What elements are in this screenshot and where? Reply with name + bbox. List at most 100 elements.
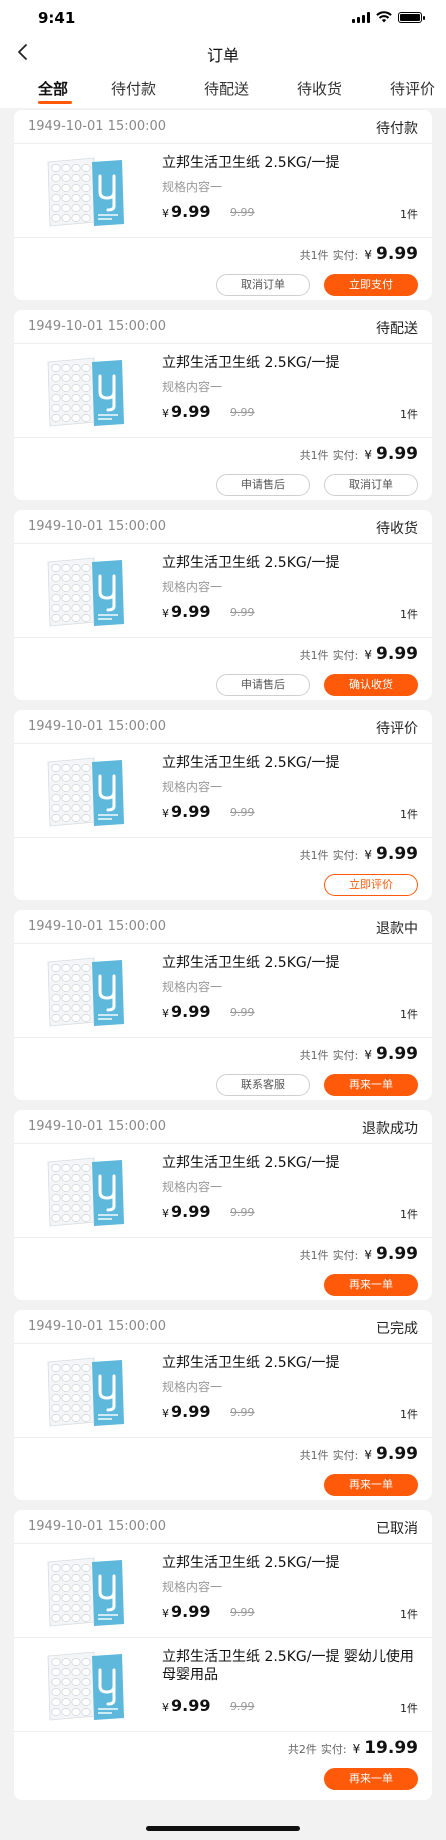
price-currency: ¥ — [162, 1207, 169, 1220]
order-card[interactable]: 1949-10-01 15:00:00 退款中 立邦生活卫生纸 2.5KG/一提 规格… — [14, 910, 432, 1100]
order-card[interactable]: 1949-10-01 15:00:00 已取消 立邦生活卫生纸 2.5KG/一提 规格… — [14, 1510, 432, 1800]
order-product-row[interactable]: 立邦生活卫生纸 2.5KG/一提 规格内容一 ¥9.99 9.99 1件 — [14, 544, 432, 638]
order-time: 1949-10-01 15:00:00 — [28, 1319, 167, 1334]
price-value: 9.99 — [171, 1402, 211, 1421]
nav-bar: 订单 — [0, 36, 446, 68]
after-sales-button[interactable]: 申请售后 — [216, 674, 310, 696]
order-summary: 共1件 实付: ¥9.99 — [300, 1444, 418, 1468]
reorder-button[interactable]: 再来一单 — [324, 1768, 418, 1790]
paid-label: 实付: — [320, 1743, 347, 1756]
product-quantity: 1件 — [400, 208, 418, 221]
tab-all[interactable]: 全部 — [38, 78, 68, 99]
product-image — [32, 154, 140, 230]
product-image — [32, 1648, 140, 1724]
order-product-row[interactable]: 立邦生活卫生纸 2.5KG/一提 规格内容一 ¥9.99 9.99 1件 — [14, 744, 432, 838]
order-summary: 共1件 实付: ¥9.99 — [300, 244, 418, 268]
cancel-order-button[interactable]: 取消订单 — [324, 474, 418, 496]
product-price: ¥9.99 — [162, 1202, 210, 1221]
paid-label: 实付: — [332, 449, 359, 462]
order-header: 1949-10-01 15:00:00 待收货 — [14, 510, 432, 544]
price-value: 9.99 — [171, 1202, 211, 1221]
order-card[interactable]: 1949-10-01 15:00:00 待收货立邦生活卫生纸 2.5KG/一提 规格… — [14, 510, 432, 700]
confirm-receipt-button[interactable]: 确认收货 — [324, 674, 418, 696]
price-value: 9.99 — [171, 402, 211, 421]
order-product-row[interactable]: 立邦生活卫生纸 2.5KG/一提 规格内容一 ¥9.99 9.99 1件 — [14, 1344, 432, 1438]
price-currency: ¥ — [162, 1701, 169, 1714]
order-card[interactable]: 1949-10-01 15:00:00 已完成 立邦生活卫生纸 2.5KG/一提 规格… — [14, 1310, 432, 1500]
order-card[interactable]: 1949-10-01 15:00:00 待配送 立邦生活卫生纸 2.5KG/一提 规格… — [14, 310, 432, 500]
paid-label: 实付: — [332, 249, 359, 262]
product-name: 立邦生活卫生纸 2.5KG/一提 — [162, 955, 340, 971]
product-image — [32, 1154, 140, 1230]
product-name: 立邦生活卫生纸 2.5KG/一提 — [162, 355, 340, 371]
tab-pending-receipt[interactable]: 待收货 — [297, 78, 342, 99]
tab-pending-payment[interactable]: 待付款 — [111, 78, 156, 99]
product-name: 立邦生活卫生纸 2.5KG/一提 — [162, 155, 340, 171]
product-name: 立邦生活卫生纸 2.5KG/一提 — [162, 555, 340, 571]
order-summary: 共2件 实付: ¥19.99 — [288, 1738, 418, 1762]
price-value: 9.99 — [171, 202, 211, 221]
product-quantity: 1件 — [400, 408, 418, 421]
reorder-button[interactable]: 再来一单 — [324, 1474, 418, 1496]
order-card[interactable]: 1949-10-01 15:00:00 待评价 立邦生活卫生纸 2.5KG/一提 规格… — [14, 710, 432, 900]
order-product-row[interactable]: 立邦生活卫生纸 2.5KG/一提 规格内容一 ¥9.99 9.99 1件 — [14, 144, 432, 238]
product-image — [32, 354, 140, 430]
original-price: 9.99 — [230, 1406, 255, 1419]
order-header: 1949-10-01 15:00:00 退款中 — [14, 910, 432, 944]
home-indicator — [146, 1826, 300, 1831]
price-currency: ¥ — [162, 207, 169, 220]
product-image — [32, 1354, 140, 1430]
price-value: 9.99 — [171, 1602, 211, 1621]
item-count: 共1件 — [299, 1049, 329, 1062]
order-time: 1949-10-01 15:00:00 — [28, 1519, 167, 1534]
paid-amount: 9.99 — [376, 844, 418, 864]
product-price: ¥9.99 — [162, 202, 210, 221]
reorder-button[interactable]: 再来一单 — [324, 1074, 418, 1096]
product-name: 立邦生活卫生纸 2.5KG/一提 — [162, 755, 340, 771]
item-count: 共1件 — [299, 1249, 329, 1262]
contact-service-button[interactable]: 联系客服 — [216, 1074, 310, 1096]
paid-amount: 9.99 — [376, 644, 418, 664]
order-status: 退款成功 — [362, 1121, 418, 1137]
order-product-row[interactable]: 立邦生活卫生纸 2.5KG/一提 规格内容一 ¥9.99 9.99 1件 — [14, 944, 432, 1038]
product-spec: 规格内容一 — [162, 180, 223, 194]
paid-label: 实付: — [332, 849, 359, 862]
order-product-row[interactable]: 立邦生活卫生纸 2.5KG/一提 规格内容一 ¥9.99 9.99 1件 — [14, 1144, 432, 1238]
order-product-row[interactable]: 立邦生活卫生纸 2.5KG/一提 规格内容一 ¥9.99 9.99 1件 — [14, 1544, 432, 1638]
paid-label: 实付: — [332, 1049, 359, 1062]
order-card[interactable]: 1949-10-01 15:00:00 待付款 立邦生活卫生纸 2.5KG/一提 规格… — [14, 110, 432, 300]
order-card[interactable]: 1949-10-01 15:00:00 退款成功 立邦生活卫生纸 2.5KG/一提规… — [14, 1110, 432, 1300]
order-summary: 共1件 实付: ¥9.99 — [300, 644, 418, 668]
order-product-row[interactable]: 立邦生活卫生纸 2.5KG/一提 规格内容一 ¥9.99 9.99 1件 — [14, 344, 432, 438]
reorder-button[interactable]: 再来一单 — [324, 1274, 418, 1296]
paid-label: 实付: — [332, 649, 359, 662]
original-price: 9.99 — [230, 406, 255, 419]
paid-currency: ¥ — [364, 1448, 373, 1462]
price-currency: ¥ — [162, 607, 169, 620]
paid-amount: 9.99 — [376, 1444, 418, 1464]
paid-amount: 9.99 — [376, 244, 418, 264]
cancel-order-button[interactable]: 取消订单 — [216, 274, 310, 296]
product-price: ¥9.99 — [162, 602, 210, 621]
item-count: 共1件 — [299, 849, 329, 862]
tab-pending-review[interactable]: 待评价 — [390, 78, 435, 99]
active-tab-indicator — [38, 101, 72, 104]
order-time: 1949-10-01 15:00:00 — [28, 1119, 167, 1134]
pay-now-button[interactable]: 立即支付 — [324, 274, 418, 296]
order-time: 1949-10-01 15:00:00 — [28, 119, 167, 134]
after-sales-button[interactable]: 申请售后 — [216, 474, 310, 496]
product-spec: 规格内容一 — [162, 1580, 223, 1594]
product-spec: 规格内容一 — [162, 580, 223, 594]
order-summary: 共1件 实付: ¥9.99 — [300, 1244, 418, 1268]
original-price: 9.99 — [230, 1606, 255, 1619]
item-count: 共2件 — [287, 1743, 317, 1756]
tab-pending-delivery[interactable]: 待配送 — [204, 78, 249, 99]
price-currency: ¥ — [162, 807, 169, 820]
original-price: 9.99 — [230, 1206, 255, 1219]
review-now-button[interactable]: 立即评价 — [324, 874, 418, 896]
order-product-row[interactable]: 立邦生活卫生纸 2.5KG/一提 婴幼儿使用 母婴用品 ¥9.99 9.99 1件 — [14, 1638, 432, 1732]
order-status: 待配送 — [376, 321, 418, 337]
paid-label: 实付: — [332, 1249, 359, 1262]
wifi-icon — [376, 11, 392, 23]
product-spec: 规格内容一 — [162, 1180, 223, 1194]
